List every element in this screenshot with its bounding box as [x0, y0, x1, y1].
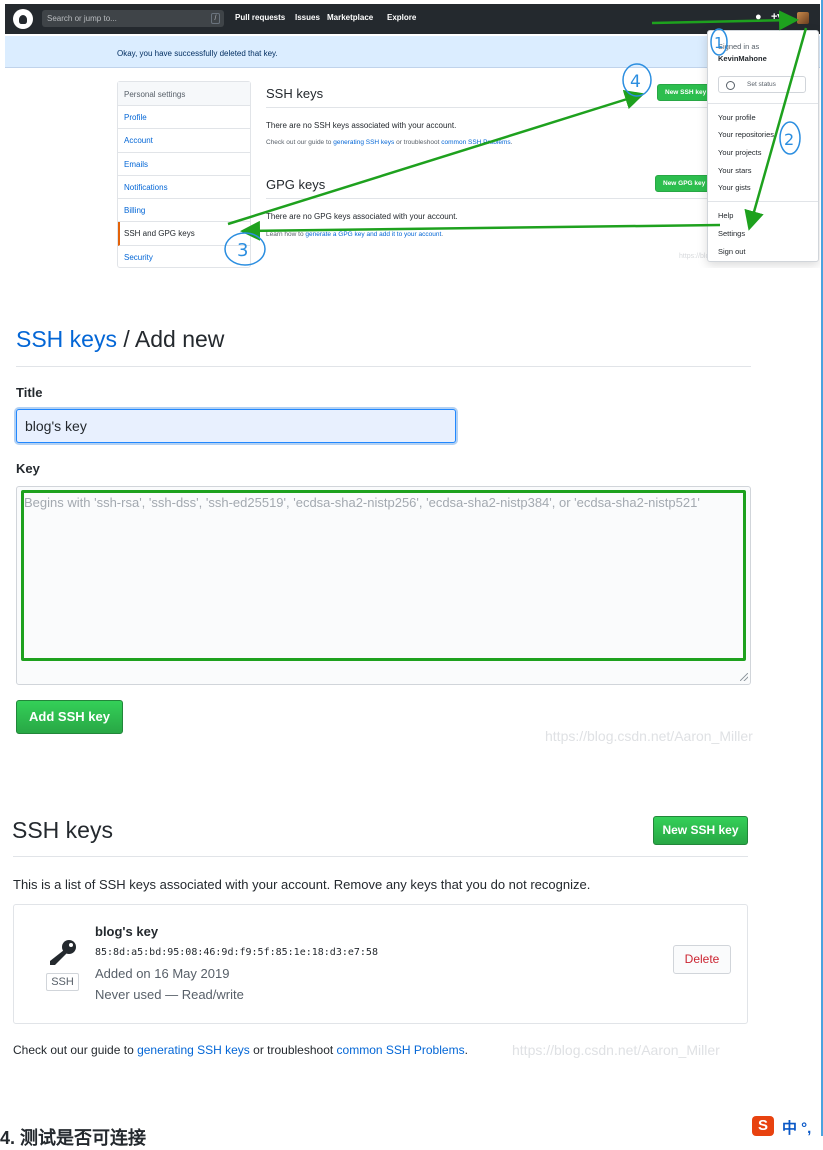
sidebar-item-emails[interactable]: Emails: [118, 153, 250, 176]
menu-your-stars[interactable]: Your stars: [718, 166, 752, 175]
github-logo-icon[interactable]: [13, 9, 33, 29]
footer-guide-text: Check out our guide to generating SSH ke…: [13, 1043, 468, 1057]
gpg-empty-text: There are no GPG keys associated with yo…: [266, 212, 458, 221]
key-type-badge: SSH: [46, 973, 79, 991]
gpg-learn-text: Learn how to generate a GPG key and add …: [266, 231, 444, 238]
sidebar-item-profile[interactable]: Profile: [118, 106, 250, 130]
plus-icon[interactable]: +▾: [771, 12, 783, 23]
sidebar-item-account[interactable]: Account: [118, 129, 250, 153]
ssh-empty-text: There are no SSH keys associated with yo…: [266, 121, 457, 130]
divider: [16, 366, 751, 367]
key-list-item: [13, 904, 748, 1024]
menu-your-profile[interactable]: Your profile: [718, 113, 756, 122]
resize-grip-icon[interactable]: [740, 673, 748, 681]
guide-link-generating[interactable]: generating SSH keys: [333, 139, 394, 146]
divider: [708, 103, 818, 104]
sidebar-item-billing[interactable]: Billing: [118, 199, 250, 223]
menu-help[interactable]: Help: [718, 211, 733, 220]
signed-in-username: KevinMahone: [718, 54, 767, 63]
sidebar-item-security[interactable]: Security: [118, 246, 250, 268]
watermark: https://blog.csdn.net/Aaron_Miller: [512, 1042, 720, 1058]
sidebar-item-ssh-gpg[interactable]: SSH and GPG keys: [118, 222, 250, 246]
signed-in-label: Signed in as: [718, 42, 760, 51]
panel-ssh-title: SSH keys: [266, 86, 324, 101]
key-fingerprint: 85:8d:a5:bd:95:08:46:9d:f9:5f:85:1e:18:d…: [95, 947, 378, 958]
divider: [708, 201, 818, 202]
nav-issues[interactable]: Issues: [295, 13, 320, 22]
ime-toolbar[interactable]: S 中 °,: [752, 1116, 823, 1137]
key-label: Key: [16, 461, 40, 476]
nav-marketplace[interactable]: Marketplace: [327, 13, 373, 22]
sidebar-item-notifications[interactable]: Notifications: [118, 176, 250, 200]
guide-link-problems[interactable]: common SSH Problems: [441, 139, 510, 146]
menu-your-repositories[interactable]: Your repositories: [718, 130, 774, 139]
watermark: https://blog.csdn.net/Aaron_Miller: [545, 728, 753, 744]
keys-description: This is a list of SSH keys associated wi…: [13, 877, 591, 892]
settings-sidebar: Personal settings Profile Account Emails…: [117, 81, 251, 268]
gpg-learn-link[interactable]: generate a GPG key and add it to your ac…: [305, 231, 441, 238]
settings-screenshot: Search or jump to... / Pull requests Iss…: [5, 4, 820, 268]
breadcrumb-current: Add new: [134, 326, 225, 352]
delete-key-button[interactable]: Delete: [673, 945, 731, 974]
divider: [266, 198, 716, 199]
panel-new-gpg-button[interactable]: New GPG key: [655, 175, 715, 192]
panel-gpg-title: GPG keys: [266, 177, 326, 192]
key-textarea[interactable]: [16, 486, 751, 685]
divider: [266, 107, 716, 108]
title-input[interactable]: [16, 409, 456, 443]
breadcrumb-ssh-keys-link[interactable]: SSH keys: [16, 326, 117, 352]
menu-your-gists[interactable]: Your gists: [718, 183, 751, 192]
search-input[interactable]: Search or jump to... /: [42, 10, 224, 27]
ime-logo-icon: S: [752, 1116, 774, 1136]
menu-settings[interactable]: Settings: [718, 229, 745, 238]
footer-link-generating[interactable]: generating SSH keys: [137, 1043, 250, 1057]
menu-sign-out[interactable]: Sign out: [718, 247, 746, 256]
nav-explore[interactable]: Explore: [387, 13, 416, 22]
search-placeholder: Search or jump to...: [47, 14, 117, 23]
set-status-button[interactable]: Set status: [718, 76, 806, 93]
page-title: SSH keys / Add new: [16, 326, 224, 353]
key-title: blog's key: [95, 924, 159, 939]
key-usage: Never used — Read/write: [95, 987, 244, 1002]
github-header: Search or jump to... / Pull requests Iss…: [5, 4, 820, 34]
key-icon: [50, 940, 76, 965]
set-status-label: Set status: [747, 81, 776, 88]
flash-message: Okay, you have successfully deleted that…: [5, 36, 820, 68]
sidebar-heading: Personal settings: [118, 82, 250, 106]
ssh-keys-heading: SSH keys: [12, 817, 113, 843]
key-placeholder: Begins with 'ssh-rsa', 'ssh-dss', 'ssh-e…: [24, 495, 700, 510]
ssh-guide-text: Check out our guide to generating SSH ke…: [266, 139, 513, 146]
user-dropdown-menu: Signed in as KevinMahone Set status Your…: [707, 30, 819, 262]
avatar[interactable]: [797, 12, 809, 24]
title-label: Title: [16, 385, 43, 400]
footer-link-problems[interactable]: common SSH Problems: [337, 1043, 465, 1057]
menu-your-projects[interactable]: Your projects: [718, 148, 762, 157]
cut-off-heading: 4. 测试是否可连接: [0, 1128, 147, 1148]
search-hotkey: /: [211, 13, 220, 24]
key-added-date: Added on 16 May 2019: [95, 966, 230, 981]
add-ssh-key-button[interactable]: Add SSH key: [16, 700, 123, 734]
breadcrumb-separator: /: [116, 326, 135, 352]
ime-mode: 中 °,: [782, 1120, 812, 1137]
divider: [13, 856, 748, 857]
new-ssh-key-button[interactable]: New SSH key: [653, 816, 748, 845]
nav-pull-requests[interactable]: Pull requests: [235, 13, 285, 22]
bell-icon[interactable]: ●: [755, 12, 762, 23]
